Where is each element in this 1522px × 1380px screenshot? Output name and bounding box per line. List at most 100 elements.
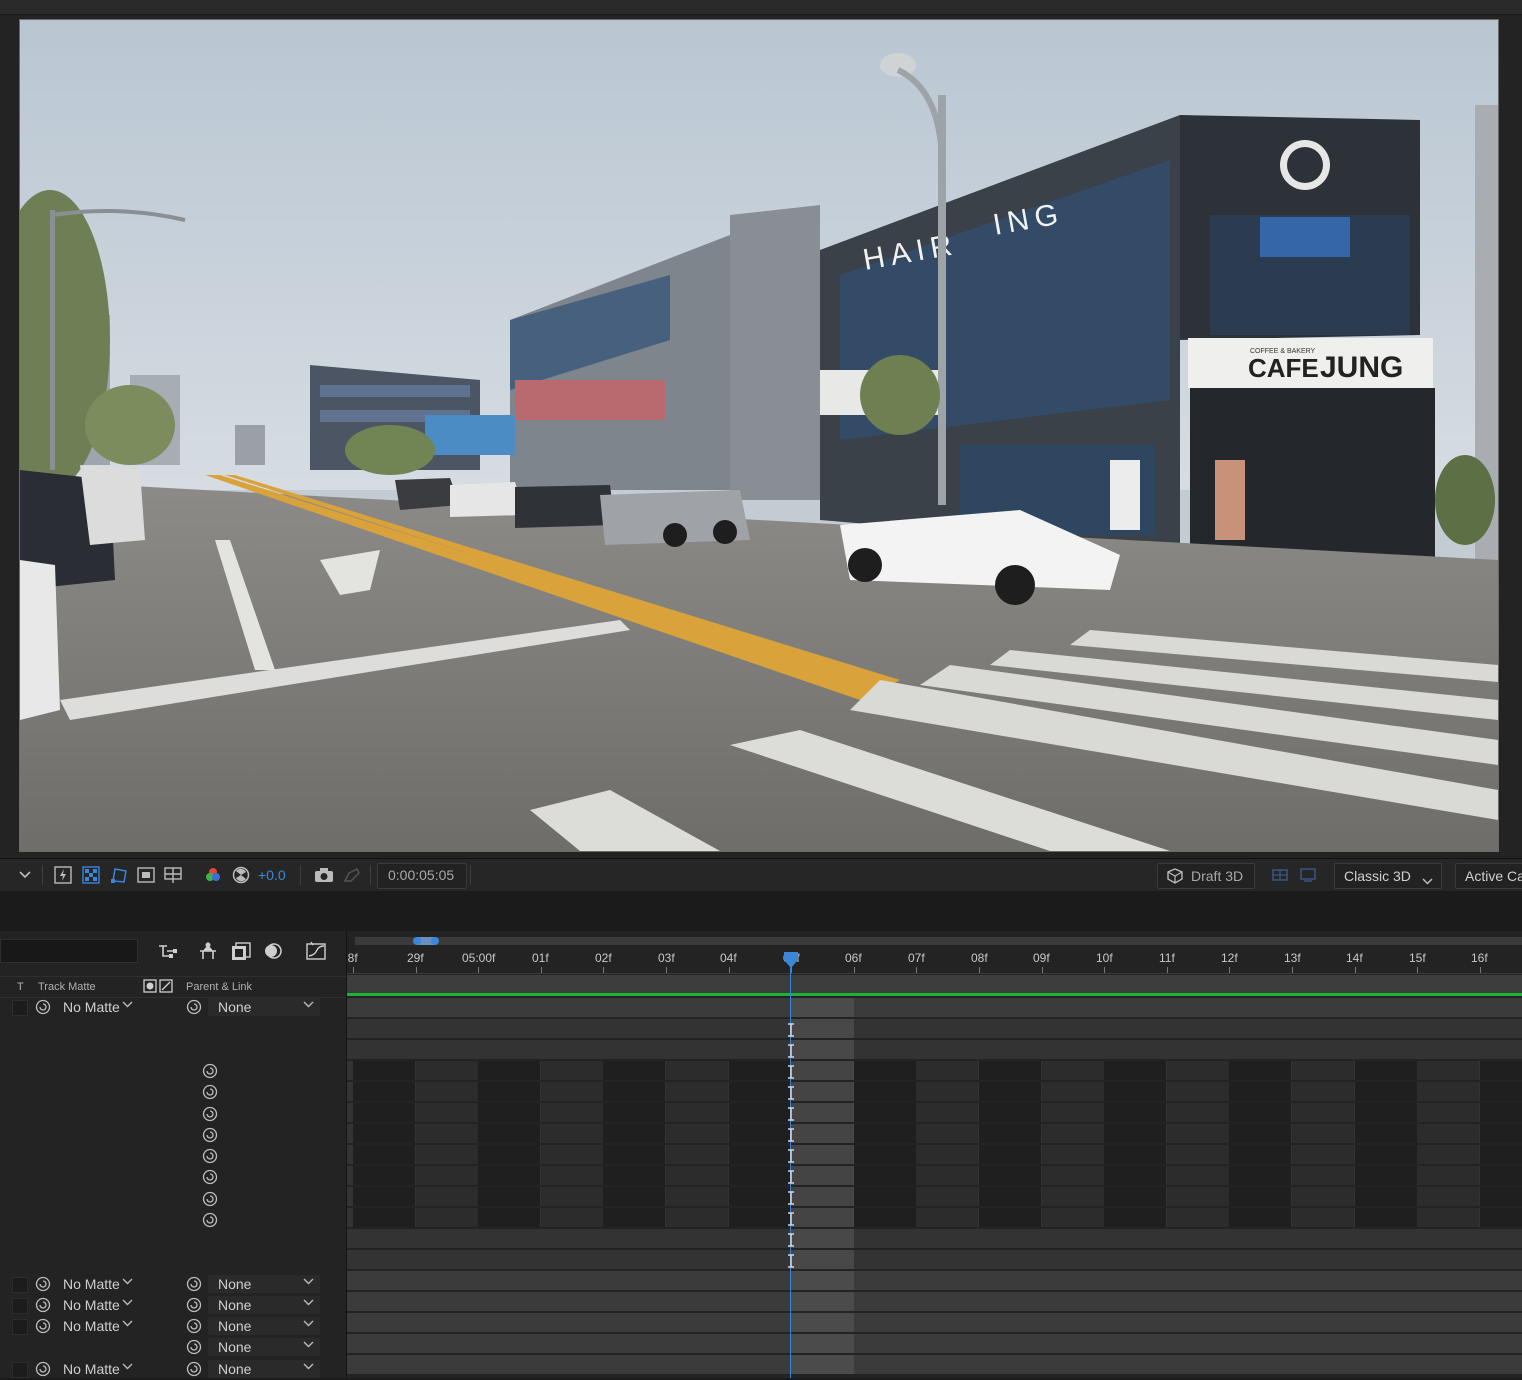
chevron-down-icon[interactable] — [122, 1299, 133, 1307]
chevron-down-icon[interactable] — [122, 1363, 133, 1371]
track-row[interactable] — [347, 1354, 1522, 1375]
pickwhip-icon[interactable] — [35, 999, 51, 1015]
track-row[interactable] — [347, 1312, 1522, 1333]
transparency-grid-icon[interactable] — [81, 865, 101, 885]
track-bar[interactable] — [347, 1040, 1522, 1059]
track-row[interactable] — [347, 1039, 1522, 1060]
pickwhip-icon[interactable] — [202, 1106, 218, 1122]
pickwhip-icon[interactable] — [35, 1361, 51, 1377]
pickwhip-icon[interactable] — [202, 1127, 218, 1143]
track-row[interactable] — [347, 1249, 1522, 1270]
parent-select[interactable]: None — [208, 1338, 320, 1356]
matte-toggle-icon[interactable] — [143, 979, 173, 996]
composition-frame[interactable]: HAIR ING COFFEE & BAKERY CAFE JUNG — [19, 19, 1499, 852]
exposure-value[interactable]: +0.0 — [258, 867, 286, 883]
layer-checkbox[interactable] — [12, 1277, 28, 1293]
pickwhip-icon[interactable] — [186, 999, 202, 1015]
pickwhip-icon[interactable] — [202, 1148, 218, 1164]
track-row[interactable] — [347, 1165, 1522, 1186]
track-row[interactable] — [347, 1207, 1522, 1228]
current-time-indicator-head[interactable] — [783, 951, 799, 969]
pickwhip-icon[interactable] — [186, 1297, 202, 1313]
pickwhip-icon[interactable] — [35, 1297, 51, 1313]
keyframe-icon[interactable] — [787, 1023, 795, 1037]
shy-icon[interactable] — [196, 939, 220, 963]
renderer-select[interactable]: Classic 3D — [1334, 863, 1442, 889]
pickwhip-icon[interactable] — [186, 1318, 202, 1334]
parent-select[interactable]: None — [208, 1317, 320, 1335]
track-bar[interactable] — [347, 1019, 1522, 1038]
track-bar[interactable] — [347, 1355, 1522, 1374]
pickwhip-icon[interactable] — [186, 1339, 202, 1355]
chevron-down-icon[interactable] — [122, 1278, 133, 1286]
layer-row[interactable]: No Matte None — [0, 1274, 346, 1295]
timecode-box[interactable]: 0:00:05:05 — [377, 863, 467, 889]
layer-row[interactable]: No Matte None — [0, 997, 346, 1018]
pickwhip-icon[interactable] — [202, 1169, 218, 1185]
keyframe-icon[interactable] — [787, 1107, 795, 1121]
rgb-channels-icon[interactable] — [203, 865, 223, 885]
track-row[interactable] — [347, 1186, 1522, 1207]
keyframe-icon[interactable] — [787, 1149, 795, 1163]
keyframe-icon[interactable] — [787, 1086, 795, 1100]
track-row[interactable] — [347, 1291, 1522, 1312]
layer-checkbox[interactable] — [12, 1319, 28, 1335]
parent-select[interactable]: None — [208, 1296, 320, 1314]
keyframe-icon[interactable] — [787, 1254, 795, 1268]
comp-flowchart-icon[interactable] — [156, 939, 180, 963]
current-time-display[interactable]: 0:00:05:05 — [388, 867, 454, 883]
fast-previews-icon[interactable] — [53, 865, 73, 885]
track-bar[interactable] — [347, 1229, 1522, 1248]
chevron-down-icon[interactable] — [15, 865, 35, 885]
track-row[interactable] — [347, 1060, 1522, 1081]
pickwhip-icon[interactable] — [186, 1361, 202, 1377]
parent-select[interactable]: None — [208, 1275, 320, 1293]
chevron-down-icon[interactable] — [122, 1320, 133, 1328]
pickwhip-icon[interactable] — [202, 1063, 218, 1079]
time-navigator[interactable] — [355, 937, 1522, 945]
track-bar[interactable] — [347, 1334, 1522, 1353]
track-bar[interactable] — [347, 1271, 1522, 1290]
work-area-bar[interactable] — [347, 975, 1522, 995]
current-time-indicator-line[interactable] — [790, 955, 791, 1378]
extended-viewer-icon[interactable] — [1298, 865, 1318, 885]
track-matte-select[interactable]: No Matte — [63, 999, 120, 1015]
chevron-down-icon[interactable] — [122, 1001, 133, 1009]
frame-blending-icon[interactable] — [229, 939, 253, 963]
time-graph[interactable]: 28f29f05:00f01f02f03f04f05f06f07f08f09f1… — [347, 931, 1522, 1378]
pickwhip-icon[interactable] — [186, 1276, 202, 1292]
layer-row[interactable]: None — [0, 1337, 346, 1358]
region-of-interest-icon[interactable] — [136, 865, 156, 885]
exposure-reset-icon[interactable] — [231, 865, 251, 885]
track-bar[interactable] — [347, 1313, 1522, 1332]
track-row[interactable] — [347, 1144, 1522, 1165]
camera-view-select[interactable]: Active Ca — [1455, 863, 1522, 889]
layer-checkbox[interactable] — [12, 1362, 28, 1378]
keyframe-icon[interactable] — [787, 1212, 795, 1226]
track-row[interactable] — [347, 1123, 1522, 1144]
pickwhip-icon[interactable] — [202, 1212, 218, 1228]
graph-editor-icon[interactable] — [304, 939, 328, 963]
snapshot-icon[interactable] — [314, 865, 334, 885]
mask-path-icon[interactable] — [109, 865, 129, 885]
layer-search-input[interactable] — [0, 939, 138, 963]
track-matte-select[interactable]: No Matte — [63, 1297, 120, 1313]
track-row[interactable] — [347, 1270, 1522, 1291]
draft3d-button[interactable]: Draft 3D — [1157, 863, 1255, 889]
track-row[interactable] — [347, 1228, 1522, 1249]
track-matte-select[interactable]: No Matte — [63, 1276, 120, 1292]
track-bar[interactable] — [347, 998, 1522, 1017]
track-row[interactable] — [347, 1333, 1522, 1354]
column-header-t[interactable]: T — [17, 981, 24, 993]
time-ruler[interactable]: 28f29f05:00f01f02f03f04f05f06f07f08f09f1… — [347, 945, 1522, 974]
layer-checkbox[interactable] — [12, 1000, 28, 1016]
3d-ground-plane-icon[interactable] — [1270, 865, 1290, 885]
track-row[interactable] — [347, 1081, 1522, 1102]
guides-icon[interactable] — [163, 865, 183, 885]
motion-blur-icon[interactable] — [261, 939, 285, 963]
pickwhip-icon[interactable] — [35, 1276, 51, 1292]
keyframe-icon[interactable] — [787, 1065, 795, 1079]
column-header-track-matte[interactable]: Track Matte — [38, 981, 96, 993]
track-row[interactable] — [347, 997, 1522, 1018]
keyframe-icon[interactable] — [787, 1233, 795, 1247]
